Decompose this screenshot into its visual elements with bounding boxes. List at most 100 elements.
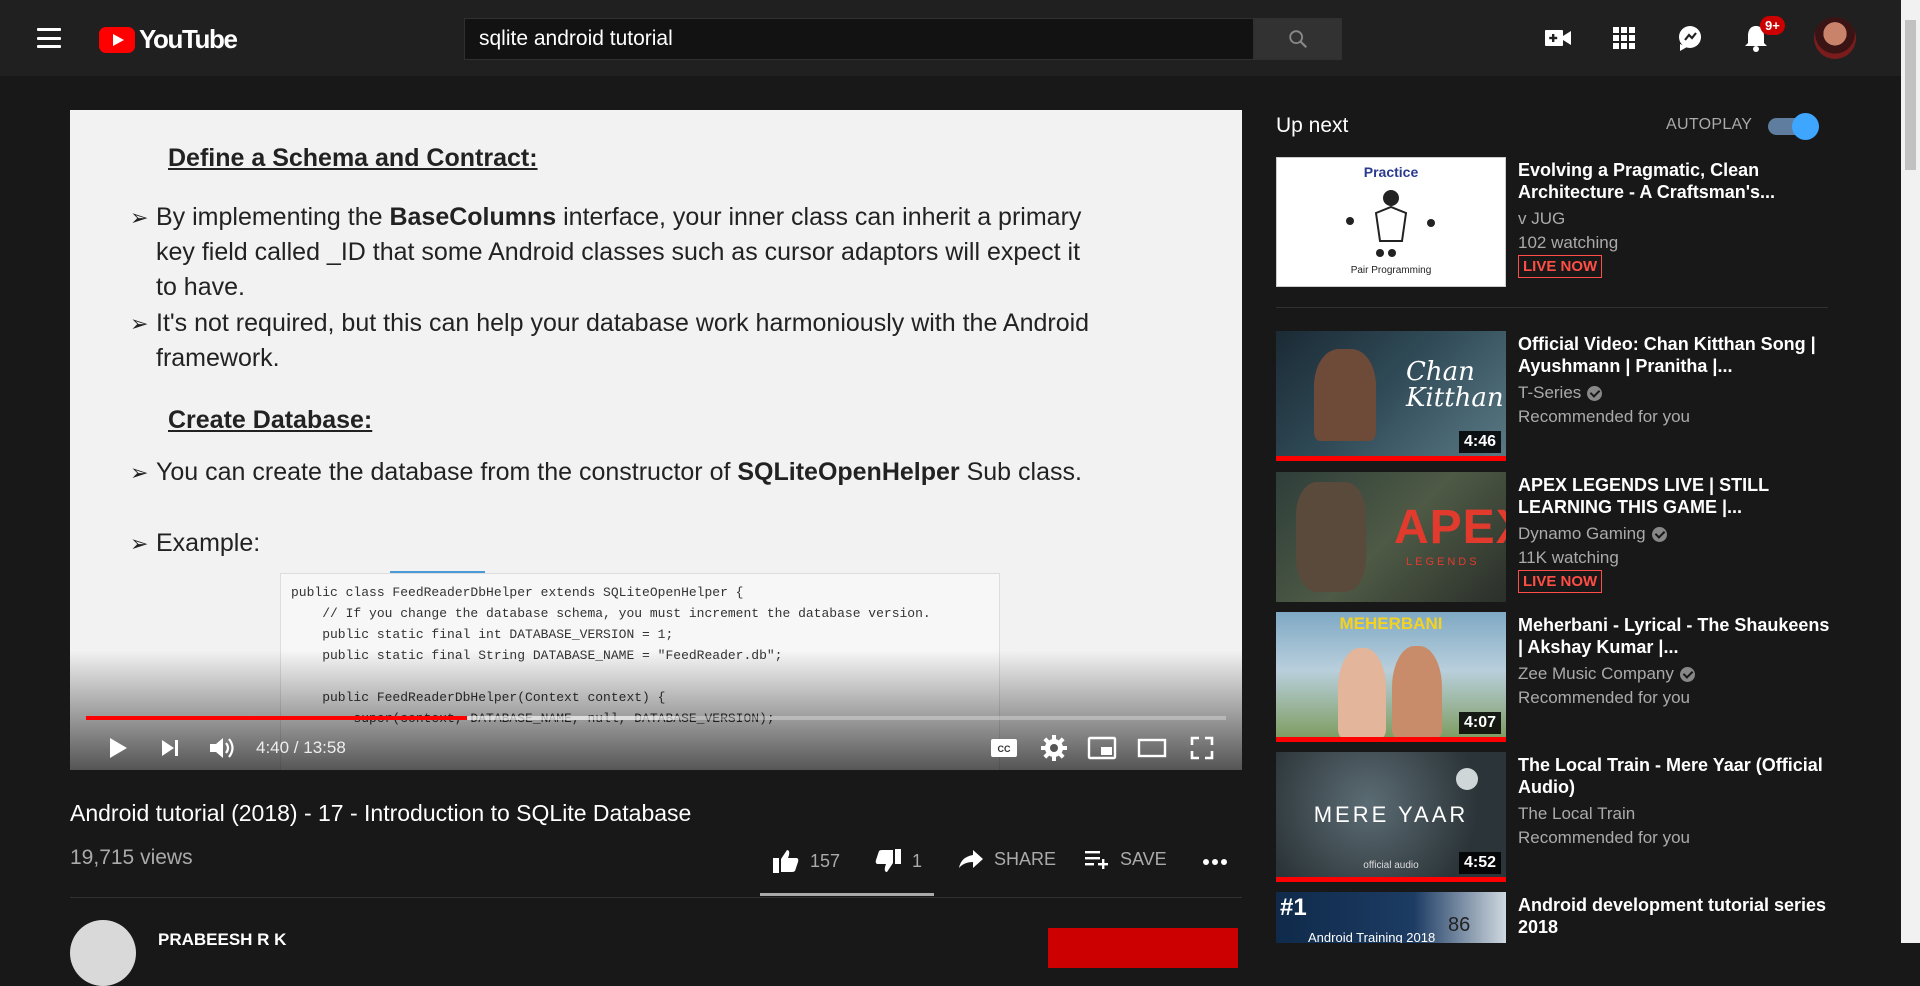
- youtube-logo[interactable]: YouTube: [99, 24, 238, 55]
- thumbnail-subtext: LEGENDS: [1406, 556, 1480, 568]
- autoplay-label: AUTOPLAY: [1666, 116, 1753, 133]
- youtube-play-icon: [99, 26, 135, 53]
- share-icon: [959, 850, 983, 868]
- thumbnail-text: Practice: [1363, 164, 1419, 180]
- save-button[interactable]: SAVE: [1084, 848, 1167, 870]
- thumbnail-text: APEX: [1394, 501, 1506, 554]
- channel-name: The Local Train: [1518, 804, 1636, 823]
- video-title: Android tutorial (2018) - 17 - Introduct…: [70, 800, 692, 826]
- slide-bullet: It's not required, but this can help you…: [130, 306, 1090, 376]
- slide-bullet: By implementing the BaseColumns interfac…: [130, 200, 1090, 305]
- video-title[interactable]: APEX LEGENDS LIVE | STILL LEARNING THIS …: [1518, 474, 1830, 518]
- next-icon[interactable]: [154, 732, 186, 764]
- video-title[interactable]: Evolving a Pragmatic, Clean Architecture…: [1518, 159, 1830, 203]
- svg-text:CC: CC: [998, 744, 1011, 754]
- time-display: 4:40 / 13:58: [256, 738, 346, 757]
- scrollbar-thumb[interactable]: [1905, 20, 1916, 170]
- channel-avatar[interactable]: [70, 920, 136, 986]
- messages-icon[interactable]: [1674, 22, 1706, 54]
- video-meta: 11K watching: [1518, 548, 1619, 567]
- verified-icon: [1651, 526, 1667, 542]
- watched-progress: [1276, 877, 1506, 882]
- progress-bar[interactable]: [86, 716, 1226, 720]
- watched-progress: [1276, 737, 1506, 742]
- watched-progress: [1276, 456, 1506, 461]
- divider: [1276, 307, 1828, 308]
- menu-icon[interactable]: [32, 24, 66, 52]
- channel-name: T-Series: [1518, 383, 1603, 403]
- fullscreen-icon[interactable]: [1186, 732, 1218, 764]
- list-item[interactable]: MERE YAAR official audio 4:52 The Local …: [1276, 752, 1836, 882]
- video-thumbnail[interactable]: Practice Pair Programming: [1276, 157, 1506, 287]
- sentiment-bar: [760, 893, 934, 896]
- slide-bullet: Example:: [130, 526, 530, 561]
- thumbnail-text: MERE YAAR: [1313, 802, 1469, 827]
- live-badge: LIVE NOW: [1518, 255, 1603, 278]
- video-meta: Recommended for you: [1518, 828, 1690, 847]
- verified-icon: [1679, 666, 1695, 682]
- video-title[interactable]: Official Video: Chan Kitthan Song | Ayus…: [1518, 333, 1830, 377]
- create-video-icon[interactable]: [1542, 22, 1574, 54]
- like-count: 157: [810, 850, 841, 871]
- dislike-count: 1: [912, 850, 923, 871]
- video-title[interactable]: Meherbani - Lyrical - The Shaukeens | Ak…: [1518, 614, 1830, 658]
- thumbs-down-icon: [875, 849, 901, 872]
- channel-name: v JUG: [1518, 209, 1566, 228]
- channel-name[interactable]: PRABEESH R K: [158, 930, 286, 950]
- video-meta: 102 watching: [1518, 233, 1619, 252]
- autoplay-toggle[interactable]: [1768, 113, 1819, 140]
- search-icon: [1289, 30, 1308, 49]
- duration-badge: 4:52: [1458, 852, 1501, 874]
- thumbnail-subtext: Android Training 2018: [1308, 930, 1436, 943]
- playlist-add-icon: [1085, 851, 1108, 869]
- thumbnail-text: Chan Kitthan: [1406, 357, 1504, 413]
- top-bar: YouTube sqlite android tutorial 9+: [0, 0, 1901, 76]
- video-title[interactable]: The Local Train - Mere Yaar (Official Au…: [1518, 754, 1830, 798]
- live-badge: LIVE NOW: [1518, 570, 1603, 593]
- search-input[interactable]: sqlite android tutorial: [464, 18, 1254, 60]
- like-button[interactable]: 157: [772, 848, 840, 874]
- video-thumbnail[interactable]: MERE YAAR official audio 4:52: [1276, 752, 1506, 882]
- thumbs-up-icon: [773, 850, 799, 873]
- search-button[interactable]: [1254, 18, 1342, 60]
- list-item[interactable]: Practice Pair Programming Evolving a Pra…: [1276, 157, 1836, 287]
- list-item[interactable]: Chan Kitthan 4:46 Official Video: Chan K…: [1276, 331, 1836, 461]
- more-actions-icon[interactable]: [1202, 858, 1228, 866]
- slide-bullet: You can create the database from the con…: [130, 455, 1090, 490]
- video-thumbnail[interactable]: MEHERBANI 4:07: [1276, 612, 1506, 742]
- list-item[interactable]: #1 Android Training 2018 86 Android deve…: [1276, 892, 1836, 943]
- channel-name: Dynamo Gaming: [1518, 524, 1667, 544]
- subscribe-button[interactable]: [1048, 928, 1238, 968]
- video-title[interactable]: Android development tutorial series 2018: [1518, 894, 1830, 938]
- avatar[interactable]: [1814, 17, 1856, 59]
- video-thumbnail[interactable]: #1 Android Training 2018 86: [1276, 892, 1506, 943]
- video-thumbnail[interactable]: Chan Kitthan 4:46: [1276, 331, 1506, 461]
- share-label: SHARE: [994, 848, 1057, 869]
- video-meta: Recommended for you: [1518, 407, 1690, 426]
- volume-icon[interactable]: [206, 732, 238, 764]
- logo-text: YouTube: [139, 24, 238, 54]
- thumbnail-text: #1: [1280, 894, 1307, 921]
- verified-icon: [1587, 385, 1603, 401]
- video-player[interactable]: Define a Schema and Contract: By impleme…: [70, 110, 1242, 770]
- thumbnail-text: MEHERBANI: [1339, 614, 1443, 633]
- share-button[interactable]: SHARE: [958, 848, 1056, 870]
- dislike-button[interactable]: 1: [874, 848, 922, 874]
- progress-fill: [86, 716, 467, 720]
- duration-badge: 4:46: [1458, 431, 1501, 453]
- view-count: 19,715 views: [70, 846, 193, 869]
- up-next-heading: Up next: [1276, 114, 1349, 137]
- save-label: SAVE: [1120, 848, 1167, 869]
- notification-badge: 9+: [1760, 16, 1785, 35]
- theater-mode-icon[interactable]: [1136, 732, 1168, 764]
- list-item[interactable]: MEHERBANI 4:07 Meherbani - Lyrical - The…: [1276, 612, 1836, 742]
- captions-icon[interactable]: CC: [988, 732, 1020, 764]
- play-icon[interactable]: [102, 732, 134, 764]
- settings-gear-icon[interactable]: [1038, 732, 1070, 764]
- list-item[interactable]: APEX LEGENDS APEX LEGENDS LIVE | STILL L…: [1276, 472, 1836, 602]
- thumbnail-subtext: Pair Programming: [1350, 265, 1432, 276]
- apps-icon[interactable]: [1608, 22, 1640, 54]
- video-thumbnail[interactable]: APEX LEGENDS: [1276, 472, 1506, 602]
- miniplayer-icon[interactable]: [1086, 732, 1118, 764]
- page-scrollbar[interactable]: [1901, 0, 1920, 943]
